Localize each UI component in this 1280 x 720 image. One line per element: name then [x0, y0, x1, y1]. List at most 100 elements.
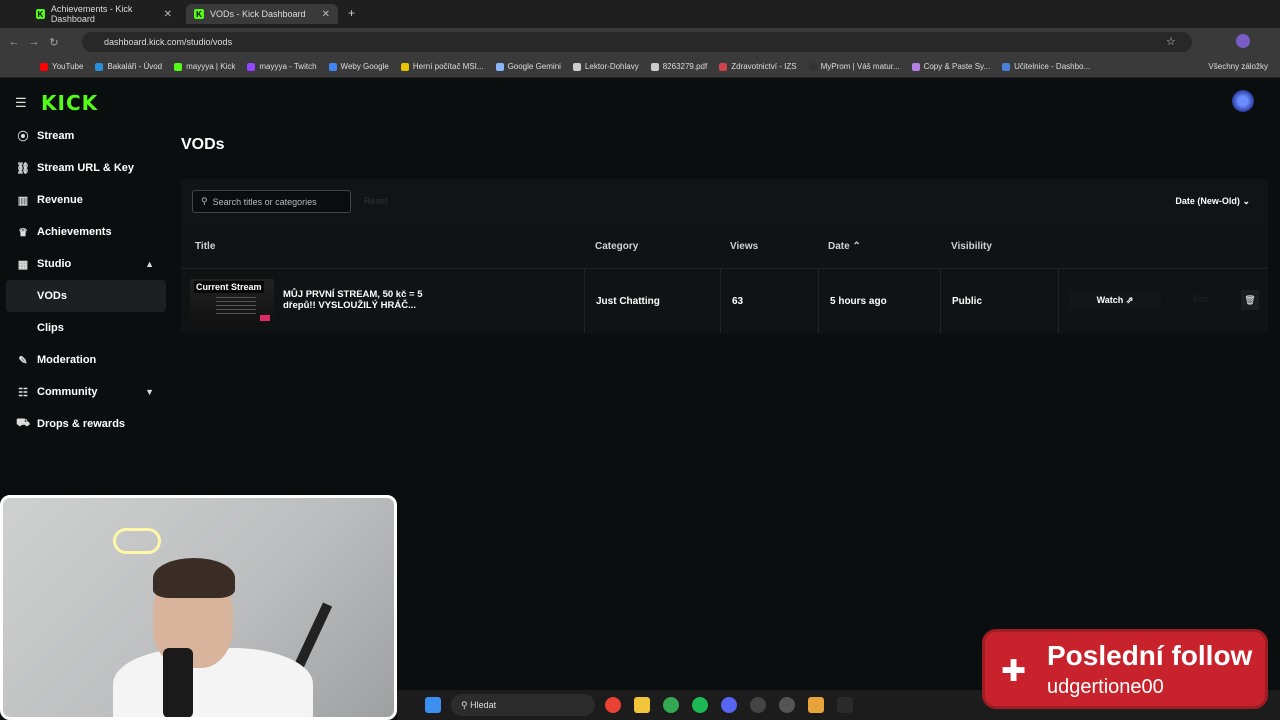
user-avatar[interactable]	[1232, 90, 1254, 112]
bookmark-list: YouTube Bakaláři - Úvod mayyya | Kick mayyy…	[40, 62, 1102, 71]
app-icon[interactable]	[779, 697, 795, 713]
close-icon[interactable]: ✕	[322, 9, 330, 20]
search-icon: ⚲	[201, 196, 208, 206]
bookmark-item[interactable]: mayyya | Kick	[174, 62, 235, 71]
bookmark-item[interactable]: Copy & Paste Sy...	[911, 62, 990, 71]
views-value: 63	[732, 295, 744, 307]
sidebar-item-stream-url-key[interactable]: ⛓ Stream URL & Key	[6, 152, 166, 184]
streamer-hair	[153, 558, 235, 598]
column-title: Title	[195, 241, 216, 252]
sidebar-item-community[interactable]: ☷ Community ▼	[6, 376, 166, 408]
follow-alert-username: udgertione00	[1047, 676, 1164, 698]
bookmark-favicon-icon	[495, 62, 504, 71]
vods-panel: ⚲ Search titles or categories Reset Date…	[181, 179, 1268, 333]
chevron-down-icon: ▼	[145, 387, 154, 397]
url-text: dashboard.kick.com/studio/vods	[104, 37, 233, 47]
chrome-icon[interactable]	[605, 697, 621, 713]
tab-vods[interactable]: K VODs - Kick Dashboard ✕	[186, 4, 338, 24]
vod-date: 5 hours ago	[818, 269, 940, 333]
menu-icon[interactable]: ☰	[15, 95, 27, 111]
link-icon: ⛓	[16, 162, 30, 175]
bookmark-favicon-icon	[174, 62, 183, 71]
vod-visibility: Public	[940, 269, 1058, 333]
delete-button[interactable]: 🗑	[1241, 290, 1259, 310]
edit-button[interactable]: Edit	[1193, 294, 1209, 304]
category-value: Just Chatting	[596, 295, 660, 307]
chevron-down-icon: ⌄	[1242, 196, 1250, 206]
sidebar-item-achievements[interactable]: ♛ Achievements	[6, 216, 166, 248]
top-bar: ☰ KICK	[0, 78, 1280, 124]
bookmark-item[interactable]: Herní počítač MSI...	[400, 62, 484, 71]
bookmark-item[interactable]: YouTube	[40, 62, 83, 71]
bookmark-item[interactable]: Bakaláři - Úvod	[95, 62, 162, 71]
sort-dropdown[interactable]: Date (New-Old) ⌄	[1175, 196, 1250, 207]
sidebar-item-studio[interactable]: ▦ Studio ▲	[6, 248, 166, 280]
bookmarks-bar: YouTube Bakaláři - Úvod mayyya | Kick mayyy…	[0, 56, 1280, 78]
bookmark-item[interactable]: Lektor-Dohlavy	[572, 62, 639, 71]
profile-avatar[interactable]	[1236, 34, 1250, 48]
trophy-icon: ♛	[18, 226, 28, 239]
browser-tab-bar: K Achievements - Kick Dashboard ✕ K VODs…	[0, 0, 1280, 28]
gift-icon: ⛟	[16, 417, 30, 429]
microphone	[163, 648, 193, 717]
url-field[interactable]: dashboard.kick.com/studio/vods	[82, 32, 1192, 52]
taskbar-search-label: Hledat	[470, 700, 497, 710]
new-tab-icon[interactable]: +	[348, 6, 355, 20]
kick-logo[interactable]: KICK	[41, 91, 98, 115]
tab-achievements[interactable]: K Achievements - Kick Dashboard ✕	[28, 4, 180, 24]
bookmark-item[interactable]: mayyya - Twitch	[247, 62, 317, 71]
vod-title[interactable]: MŮJ PRVNÍ STREAM, 50 kč = 5 dřepů!! VYSL…	[283, 289, 453, 311]
close-icon[interactable]: ✕	[164, 9, 172, 20]
chrome-profile-icon[interactable]	[663, 697, 679, 713]
editor-icon[interactable]	[808, 697, 824, 713]
sidebar-item-revenue[interactable]: ▥ Revenue	[6, 184, 166, 216]
sidebar: ⦿ Stream ⛓ Stream URL & Key ▥ Revenue ♛ Achi…	[6, 120, 166, 440]
bookmark-label: YouTube	[52, 62, 84, 71]
forward-icon[interactable]: →	[24, 36, 44, 48]
tab-label: Achievements - Kick Dashboard	[50, 4, 133, 24]
sidebar-item-label: Drops & rewards	[37, 418, 126, 430]
windows-start-icon[interactable]	[425, 697, 441, 713]
watch-button[interactable]: Watch ⇗	[1069, 290, 1161, 310]
star-icon[interactable]: ☆	[1166, 35, 1176, 48]
bookmark-item[interactable]: Weby Google	[328, 62, 389, 71]
bookmark-item[interactable]: Učitelnice - Dashbo...	[1002, 62, 1090, 71]
sidebar-item-label: Studio	[37, 258, 72, 270]
obs-icon[interactable]	[750, 697, 766, 713]
search-input[interactable]: ⚲ Search titles or categories	[192, 190, 351, 213]
bookmark-favicon-icon	[400, 62, 409, 71]
sort-asc-icon: ⌃	[852, 241, 861, 252]
sidebar-item-label: Community	[37, 386, 98, 398]
bookmark-item[interactable]: Zdravotnictví - IZS	[719, 62, 797, 71]
bookmark-favicon-icon	[719, 62, 728, 71]
status-badge: Current Stream	[194, 281, 264, 293]
sidebar-item-vods[interactable]: VODs	[6, 280, 166, 312]
watch-label: Watch	[1096, 295, 1124, 305]
column-category: Category	[595, 241, 639, 252]
table-row[interactable]: Current Stream MŮJ PRVNÍ STREAM, 50 kč =…	[181, 269, 1268, 333]
sidebar-item-stream[interactable]: ⦿ Stream	[6, 120, 166, 152]
film-icon: ▦	[17, 258, 29, 271]
bookmark-favicon-icon	[1002, 62, 1011, 71]
spotify-icon[interactable]	[692, 697, 708, 713]
reload-icon[interactable]: ↻	[44, 36, 64, 49]
webcam-overlay	[0, 495, 397, 720]
back-icon[interactable]: ←	[4, 36, 24, 48]
sidebar-item-label: Revenue	[37, 194, 83, 206]
sidebar-item-drops-rewards[interactable]: ⛟ Drops & rewards	[6, 408, 166, 440]
column-date[interactable]: Date ⌃	[828, 241, 861, 252]
folder-icon[interactable]	[634, 697, 650, 713]
all-bookmarks[interactable]: Všechny záložky	[1208, 62, 1268, 71]
reset-button[interactable]: Reset	[364, 196, 388, 206]
vod-views: 63	[720, 269, 818, 333]
neon-cloud-light	[113, 528, 161, 554]
terminal-icon[interactable]	[837, 697, 853, 713]
sidebar-item-clips[interactable]: Clips	[6, 312, 166, 344]
bookmark-item[interactable]: Google Gemini	[495, 62, 561, 71]
taskbar-search[interactable]: ⚲ Hledat	[451, 694, 595, 716]
bookmark-item[interactable]: 8263279.pdf	[650, 62, 707, 71]
bookmark-label: Lektor-Dohlavy	[584, 62, 639, 71]
discord-icon[interactable]	[721, 697, 737, 713]
sidebar-item-moderation[interactable]: ✎ Moderation	[6, 344, 166, 376]
bookmark-item[interactable]: MyProm | Váš matur...	[808, 62, 900, 71]
